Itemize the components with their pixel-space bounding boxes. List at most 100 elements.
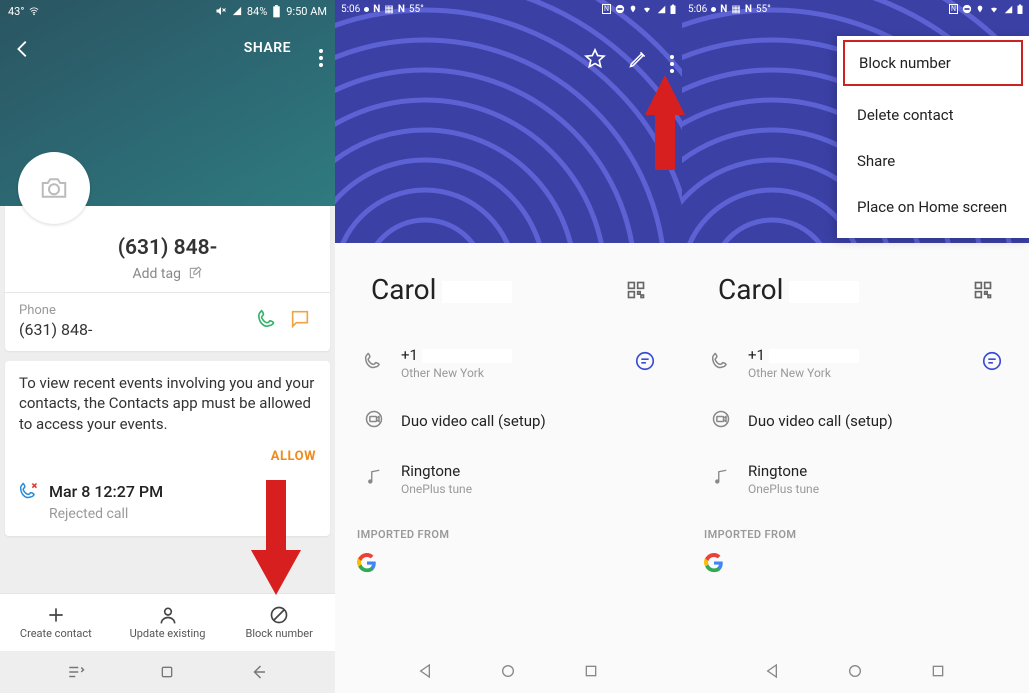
duo-label: Duo video call (setup) xyxy=(401,412,656,430)
note-icon xyxy=(712,468,730,486)
name-redacted xyxy=(442,281,512,303)
name-redacted xyxy=(789,281,859,303)
battery-icon xyxy=(272,5,281,18)
update-existing-button[interactable]: Update existing xyxy=(112,594,224,651)
nav-home-icon[interactable] xyxy=(500,663,516,679)
contact-name: Carol xyxy=(718,273,783,306)
phone-prefix: +1 xyxy=(748,346,765,364)
more-icon[interactable] xyxy=(670,44,674,73)
share-button[interactable]: SHARE xyxy=(244,40,291,56)
hero-pattern xyxy=(335,0,682,243)
nfc-icon: N xyxy=(602,4,611,14)
avatar-camera[interactable] xyxy=(18,152,90,224)
duo-entry[interactable]: Duo video call (setup) xyxy=(335,392,682,450)
status-time: 5:06 xyxy=(688,4,707,15)
phone-sub: Other New York xyxy=(748,366,981,380)
recent-call-date: Mar 8 12:27 PM xyxy=(49,481,163,503)
add-tag-button[interactable]: Add tag xyxy=(133,266,181,282)
camera-icon xyxy=(39,173,69,203)
status-temp: 55° xyxy=(409,4,424,15)
chat-icon xyxy=(289,308,311,330)
battery-icon xyxy=(1017,4,1023,15)
wifi-icon xyxy=(988,5,1000,14)
menu-share[interactable]: Share xyxy=(837,138,1029,184)
nav-back-icon[interactable] xyxy=(765,663,781,679)
allow-button[interactable]: ALLOW xyxy=(19,448,316,466)
status-n1: N xyxy=(720,4,727,15)
status-time: 9:50 AM xyxy=(286,5,327,18)
battery-icon xyxy=(670,4,676,15)
battery-pct: 84% xyxy=(247,5,267,18)
google-icon xyxy=(357,553,377,573)
qr-icon[interactable] xyxy=(626,280,646,300)
menu-delete-contact[interactable]: Delete contact xyxy=(837,92,1029,138)
dnd-icon xyxy=(615,4,625,14)
block-icon xyxy=(269,605,289,625)
contact-name: Carol xyxy=(371,273,436,306)
ringtone-label: Ringtone xyxy=(401,462,656,480)
note-icon xyxy=(365,468,383,486)
phone-entry[interactable]: +1 Other New York xyxy=(682,334,1029,392)
update-existing-label: Update existing xyxy=(130,627,206,640)
message-icon[interactable] xyxy=(981,350,1003,372)
back-icon[interactable] xyxy=(12,38,34,60)
wifi-icon xyxy=(641,5,653,14)
contact-number: (631) 848- xyxy=(19,236,316,260)
status-dot xyxy=(711,7,716,12)
favorite-icon[interactable] xyxy=(584,48,606,70)
status-dot xyxy=(364,7,369,12)
context-menu: Block number Delete contact Share Place … xyxy=(837,36,1029,238)
phone-prefix: +1 xyxy=(401,346,418,364)
more-icon[interactable] xyxy=(319,38,323,67)
ringtone-value: OnePlus tune xyxy=(748,482,1003,496)
dnd-icon xyxy=(962,4,972,14)
menu-block-number[interactable]: Block number xyxy=(843,40,1023,86)
video-icon xyxy=(364,409,384,429)
status-n2: N xyxy=(745,4,752,15)
video-icon xyxy=(711,409,731,429)
block-number-button[interactable]: Block number xyxy=(223,594,335,651)
duo-entry[interactable]: Duo video call (setup) xyxy=(682,392,1029,450)
status-grid-icon: ▦ xyxy=(731,4,740,15)
edit-icon[interactable] xyxy=(628,49,648,69)
create-contact-button[interactable]: Create contact xyxy=(0,594,112,651)
edit-box-icon[interactable] xyxy=(188,266,202,280)
message-button[interactable] xyxy=(284,308,316,334)
phone-sub: Other New York xyxy=(401,366,634,380)
duo-label: Duo video call (setup) xyxy=(748,412,1003,430)
nav-recents-icon[interactable] xyxy=(67,663,85,681)
nav-recents-icon[interactable] xyxy=(583,663,599,679)
qr-icon[interactable] xyxy=(973,280,993,300)
rejected-call-icon xyxy=(19,481,39,501)
nav-back-icon[interactable] xyxy=(250,663,268,681)
signal-icon xyxy=(657,5,666,14)
menu-place-home[interactable]: Place on Home screen xyxy=(837,184,1029,230)
imported-from-label: IMPORTED FROM xyxy=(682,508,1029,549)
location-icon xyxy=(976,4,984,14)
phone-icon xyxy=(364,351,384,371)
call-button[interactable] xyxy=(252,308,284,334)
ringtone-value: OnePlus tune xyxy=(401,482,656,496)
block-number-label: Block number xyxy=(245,627,312,640)
plus-icon xyxy=(46,605,66,625)
signal-icon xyxy=(232,6,242,16)
imported-from-label: IMPORTED FROM xyxy=(335,508,682,549)
ringtone-entry[interactable]: Ringtone OnePlus tune xyxy=(682,450,1029,508)
phone-icon xyxy=(257,308,279,330)
phone-entry[interactable]: +1 Other New York xyxy=(335,334,682,392)
status-grid-icon: ▦ xyxy=(384,4,393,15)
location-icon xyxy=(629,4,637,14)
recent-call-status: Rejected call xyxy=(49,505,163,524)
phone-value: (631) 848- xyxy=(19,320,252,339)
nav-recents-icon[interactable] xyxy=(930,663,946,679)
google-icon xyxy=(704,553,724,573)
person-icon xyxy=(158,605,178,625)
status-temp: 55° xyxy=(756,4,771,15)
message-icon[interactable] xyxy=(634,350,656,372)
nav-home-icon[interactable] xyxy=(847,663,863,679)
status-temp: 43° xyxy=(8,5,24,18)
nav-home-icon[interactable] xyxy=(159,664,175,680)
nav-back-icon[interactable] xyxy=(418,663,434,679)
ringtone-entry[interactable]: Ringtone OnePlus tune xyxy=(335,450,682,508)
phone-icon xyxy=(711,351,731,371)
